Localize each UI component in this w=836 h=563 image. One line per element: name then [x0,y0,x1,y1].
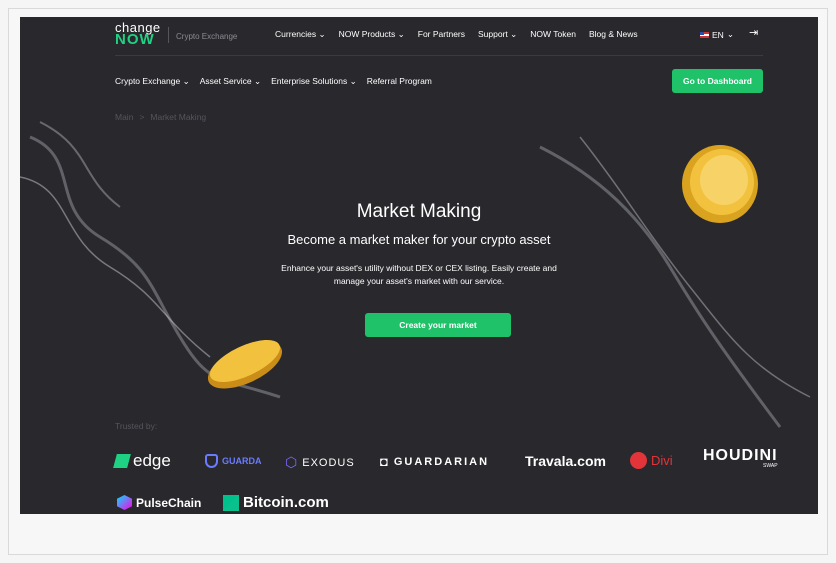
breadcrumb-current: Market Making [150,112,207,122]
brand-divi: Divi [630,452,673,469]
nav-now-products[interactable]: NOW Products ⌄ [339,29,405,40]
brand-travala-label: Travala.com [525,453,606,469]
breadcrumb: Main > Market Making [115,112,206,122]
breadcrumb-main[interactable]: Main [115,112,133,122]
brand-guardarian-label: GUARDARIAN [393,455,490,468]
trusted-by-label: Trusted by: [115,421,158,431]
nav-support[interactable]: Support ⌄ [478,29,517,40]
divi-icon [630,452,647,469]
logo-line2: NOW [115,31,155,48]
brand-houdini-swap-label: SWAP [763,463,778,469]
nav-currencies[interactable]: Currencies ⌄ [275,29,326,40]
edge-icon [113,454,131,468]
chevron-down-icon: ⌄ [726,29,734,39]
brand-houdini: HOUDINI SWAP [703,447,778,469]
guardarian-icon: ◘ [380,454,390,469]
main-nav: Currencies ⌄ NOW Products ⌄ For Partners… [275,29,638,40]
nav-for-partners[interactable]: For Partners [418,29,465,40]
us-flag-icon [700,31,709,38]
brand-guardarian: ◘ GUARDARIAN [380,454,489,469]
brand-exodus: ⬡ EXODUS [285,454,355,471]
changenow-logo[interactable]: change NOW [115,21,161,48]
page: change NOW Crypto Exchange Currencies ⌄ … [20,17,818,514]
go-to-dashboard-button[interactable]: Go to Dashboard [672,69,763,93]
subnav-referral-program[interactable]: Referral Program [367,76,432,87]
brand-exodus-label: EXODUS [302,456,355,469]
create-market-button[interactable]: Create your market [365,313,511,337]
hero-subtitle: Become a market maker for your crypto as… [287,232,551,247]
smoke-right-decoration [539,136,811,428]
partner-logos: edge GUARDA ⬡ EXODUS ◘ GUARDARIAN Traval… [113,445,778,514]
login-icon[interactable]: ⇥ [749,26,763,40]
header-divider [115,55,763,56]
brand-pulsechain: PulseChain [117,495,201,510]
coin-left-decoration [207,339,283,389]
brand-bitcoin-com-label: Bitcoin.com [243,494,329,511]
brand-guarda: GUARDA [205,454,262,468]
hero-description: Enhance your asset's utility without DEX… [281,263,557,286]
brand-bitcoin-com: Bitcoin.com [223,494,329,511]
hero-title: Market Making [356,201,482,222]
bitcoin-com-icon [223,494,239,511]
nav-now-token[interactable]: NOW Token [530,29,576,40]
logo-divider [168,27,169,43]
exodus-icon: ⬡ [285,454,299,470]
subnav-asset-service[interactable]: Asset Service ⌄ [200,76,261,87]
brand-edge-label: edge [133,451,171,470]
language-selector[interactable]: EN ⌄ [700,29,734,40]
brand-travala: Travala.com [525,453,606,469]
logo-subtitle: Crypto Exchange [176,32,238,41]
subnav-enterprise-solutions[interactable]: Enterprise Solutions ⌄ [271,76,357,87]
breadcrumb-separator: > [139,112,145,122]
brand-guarda-label: GUARDA [222,456,262,466]
language-label: EN [712,29,724,40]
sub-nav: Crypto Exchange ⌄ Asset Service ⌄ Enterp… [115,76,432,87]
brand-pulsechain-label: PulseChain [136,495,202,510]
brand-edge: edge [113,451,171,471]
shield-icon [205,454,218,468]
nav-blog-news[interactable]: Blog & News [589,29,638,40]
subnav-crypto-exchange[interactable]: Crypto Exchange ⌄ [115,76,190,87]
pulsechain-icon [117,495,132,510]
brand-divi-label: Divi [651,453,673,468]
